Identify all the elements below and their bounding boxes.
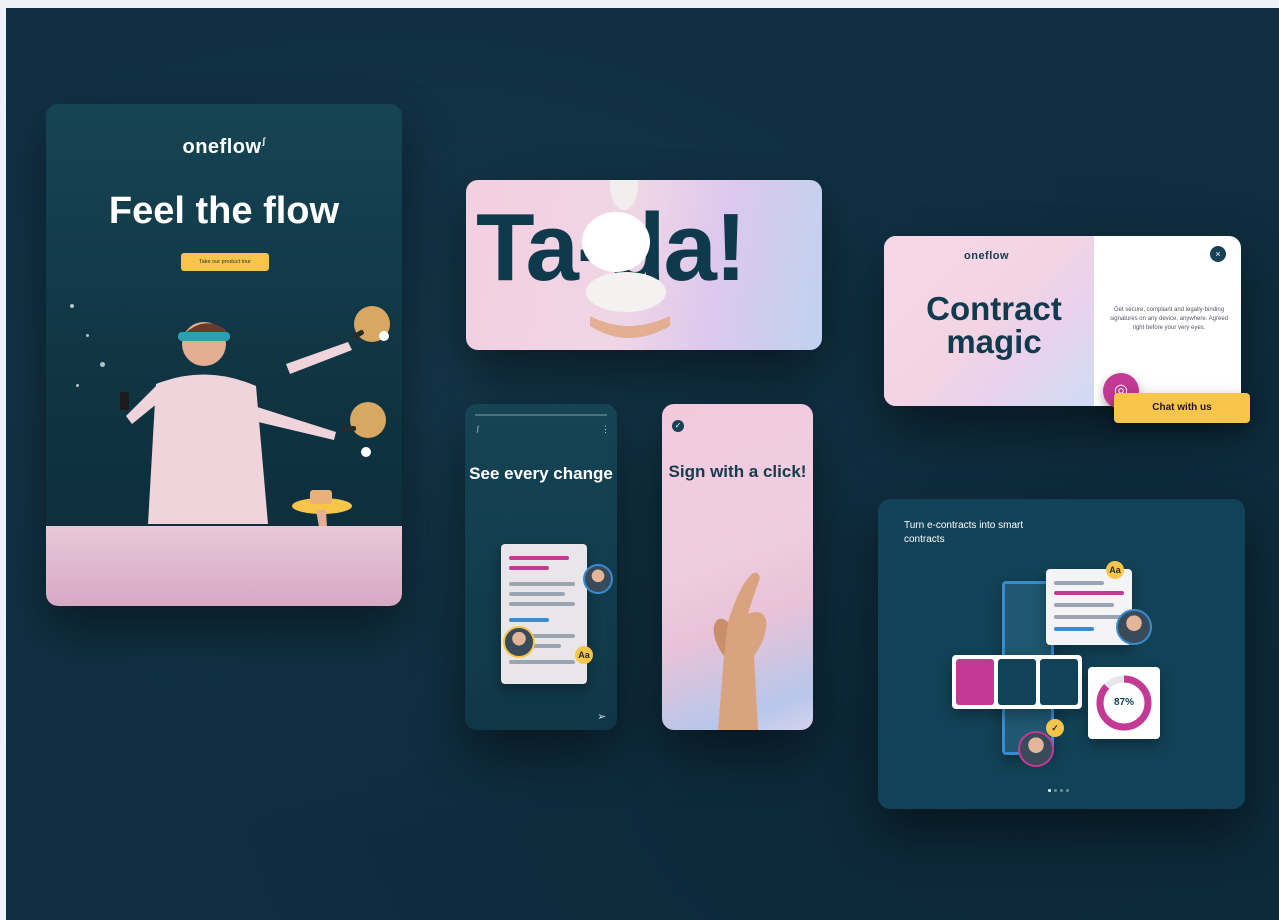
collaborator-avatar [583,564,613,594]
template-tile[interactable] [956,659,994,705]
phone-logo-icon: ∫ [477,426,479,433]
contract-magic-card: oneflow Contract magic Get secure, compl… [884,236,1241,406]
feel-the-flow-poster: oneflow∫ Feel the flow Take our product … [46,104,402,606]
template-tiles [952,655,1082,709]
logo-mark-icon: ∫ [262,136,266,146]
collaborator-avatar [1018,731,1054,767]
carousel-dots[interactable] [1048,789,1078,793]
poster-headline: Feel the flow [108,190,340,232]
close-icon[interactable]: × [1210,246,1226,262]
template-tile[interactable] [998,659,1036,705]
smart-contracts-card: Turn e-contracts into smart contracts Aa… [878,499,1245,809]
chat-with-us-button[interactable]: Chat with us [1114,393,1250,423]
progress-panel: 87% [1088,667,1160,739]
sparkle-dot [70,304,74,308]
contract-headline: Contract magic [926,290,1062,360]
product-tour-button[interactable]: Take our product tour [181,253,269,271]
tada-card: Ta-da! [466,180,822,350]
shield-icon: ✓ [1046,719,1064,737]
sign-with-a-click-title: Sign with a click! [668,462,807,481]
sparkle-dot [76,384,79,387]
template-tile[interactable] [1040,659,1078,705]
oneflow-logo: oneflow∫ [182,136,266,158]
phone-progress-bar [475,414,607,416]
progress-label: 87% [1113,697,1134,708]
snapping-hand-illustration [713,572,767,730]
send-icon[interactable]: ➢ [597,710,606,723]
collaborator-avatar [503,626,535,658]
sign-with-a-click-phone: ✓ Sign with a click! [662,404,813,730]
oneflow-logo: oneflow [964,250,1010,262]
ping-pong-person-illustration [120,306,390,544]
smart-contracts-title: Turn e-contracts into smart contracts [904,520,1024,545]
font-style-badge: Aa [575,646,593,664]
check-icon: ✓ [672,420,684,432]
collaborator-avatar [1116,609,1152,645]
contract-document [501,544,587,684]
showcase-background: oneflow∫ Feel the flow Take our product … [6,8,1279,920]
font-style-badge: Aa [1106,561,1124,579]
balloon-animal-illustration [582,180,670,338]
see-every-change-phone: ∫ ⋮ See every change Aa ➢ [465,404,617,730]
see-every-change-title: See every change [469,464,613,483]
pink-table-surface [46,526,402,606]
more-options-icon[interactable]: ⋮ [601,424,610,435]
contract-description: Get secure, compliant and legally-bindin… [1109,307,1229,331]
